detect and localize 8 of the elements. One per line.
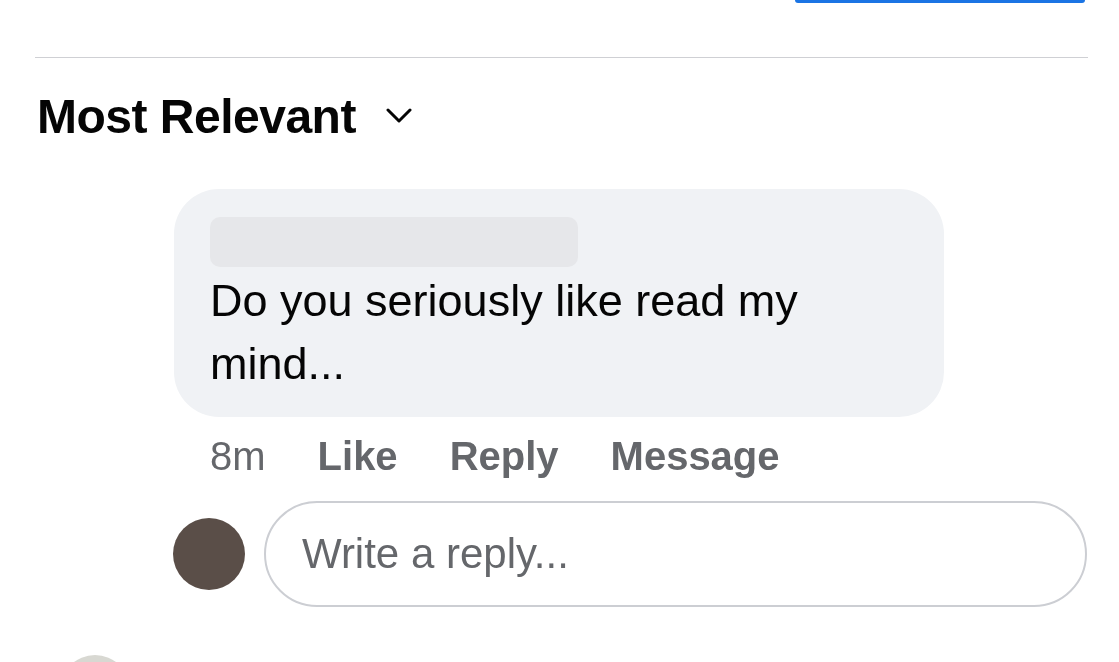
action-link[interactable]: Reply: [449, 433, 559, 479]
comment-text: Do you seriously like read my mind...: [210, 274, 799, 391]
action-link[interactable]: Message: [610, 433, 780, 479]
timestamp: 8m: [210, 433, 266, 479]
sort-label[interactable]: Most Relevant: [37, 88, 356, 144]
reply-input-field[interactable]: Write a reply...: [264, 501, 1087, 607]
action-link[interactable]: Like: [317, 433, 398, 479]
chevron-down-icon[interactable]: [385, 108, 412, 124]
